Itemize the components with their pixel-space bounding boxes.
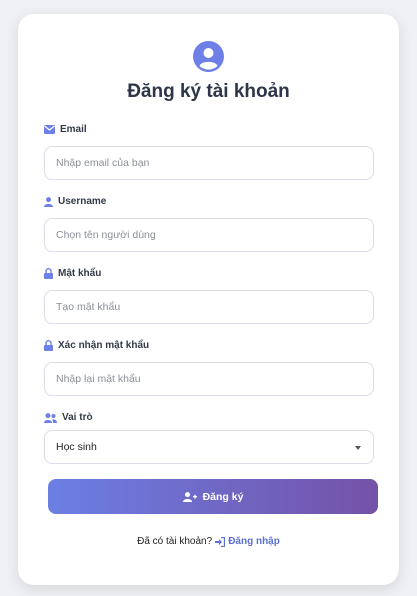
email-label: Email xyxy=(44,124,87,135)
password-label-text: Mật khẩu xyxy=(58,268,102,279)
role-label: Vai trò xyxy=(44,412,93,423)
user-avatar-icon xyxy=(193,41,224,72)
role-selected-value: Học sinh xyxy=(56,441,97,453)
password-label: Mật khẩu xyxy=(44,268,101,279)
email-label-text: Email xyxy=(60,124,87,135)
username-label-text: Username xyxy=(58,196,107,207)
login-prompt: Đã có tài khoản? Đăng nhập xyxy=(18,536,399,547)
user-icon xyxy=(44,196,53,207)
envelope-icon xyxy=(44,125,55,134)
register-button[interactable]: Đăng ký xyxy=(48,479,378,514)
role-label-text: Vai trò xyxy=(62,412,93,423)
confirm-password-input[interactable] xyxy=(44,362,374,396)
email-input[interactable] xyxy=(44,146,374,180)
password-input[interactable] xyxy=(44,290,374,324)
login-prompt-text: Đã có tài khoản? xyxy=(137,536,213,547)
username-label: Username xyxy=(44,196,106,207)
user-plus-icon xyxy=(182,491,197,502)
username-input[interactable] xyxy=(44,218,374,252)
lock-icon xyxy=(44,268,53,279)
confirm-password-label-text: Xác nhận mật khẩu xyxy=(58,340,150,351)
register-button-label: Đăng ký xyxy=(202,490,244,503)
login-link-label: Đăng nhập xyxy=(228,536,280,547)
page-title: Đăng ký tài khoản xyxy=(127,81,290,102)
users-icon xyxy=(44,412,57,423)
register-card: Đăng ký tài khoản Email Username Mật khẩ… xyxy=(18,14,399,585)
role-select[interactable]: Học sinh xyxy=(44,430,374,464)
sign-in-icon xyxy=(215,536,226,547)
caret-down-icon xyxy=(355,446,361,450)
confirm-password-label: Xác nhận mật khẩu xyxy=(44,340,149,351)
lock-icon xyxy=(44,340,53,351)
login-link[interactable]: Đăng nhập xyxy=(215,536,280,547)
